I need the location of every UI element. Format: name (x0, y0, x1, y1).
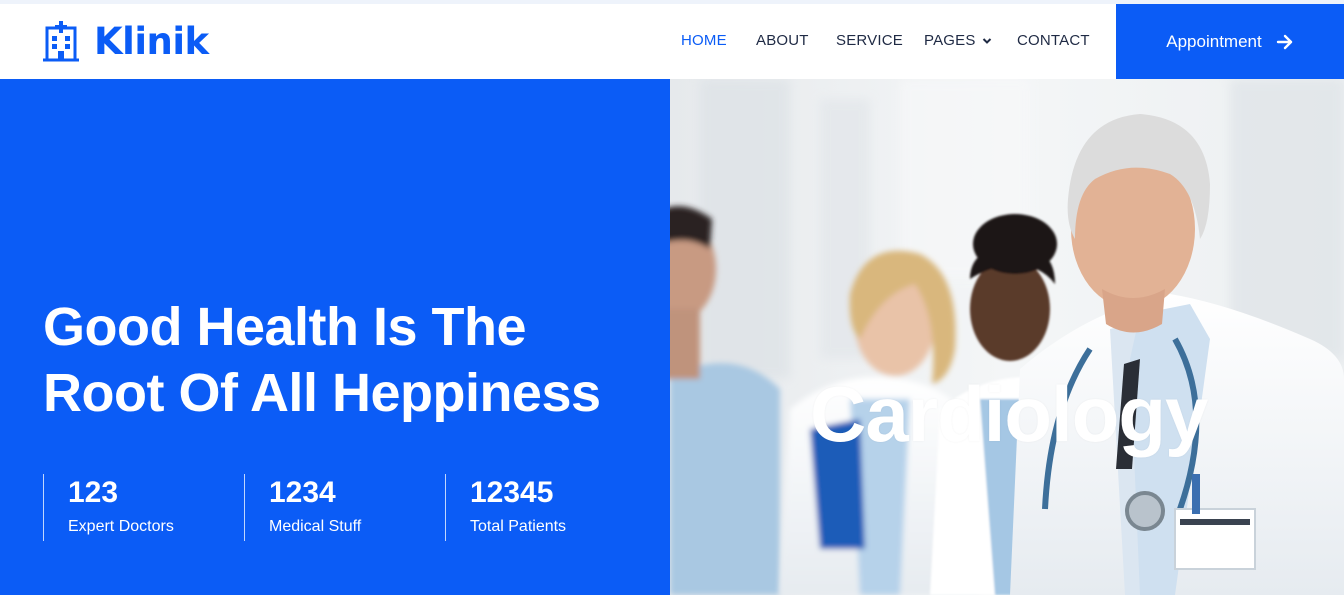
stat-expert-doctors: 123 Expert Doctors (43, 474, 244, 541)
slide-caption: Cardiology (810, 370, 1208, 458)
nav-item-about[interactable]: ABOUT (756, 32, 809, 49)
nav-item-contact[interactable]: CONTACT (1017, 32, 1090, 49)
hospital-building-icon (43, 21, 79, 62)
hero-text-panel: Good Health Is The Root Of All Heppiness… (0, 79, 670, 595)
hero-title-line-1: Good Health Is The (43, 297, 527, 357)
hero-title: Good Health Is The Root Of All Heppiness (43, 294, 643, 426)
stat-label: Expert Doctors (68, 518, 174, 535)
appointment-button[interactable]: Appointment (1116, 4, 1344, 79)
brand-name: Klinik (94, 19, 209, 63)
nav-item-service[interactable]: SERVICE (836, 32, 903, 49)
stats-row: 123 Expert Doctors 1234 Medical Stuff 12… (43, 474, 646, 541)
nav-item-pages[interactable]: PAGES (924, 32, 992, 49)
brand-logo[interactable]: Klinik (42, 18, 209, 64)
hero-image-slide: Cardiology (670, 79, 1344, 595)
doctors-team-photo (670, 79, 1344, 595)
stat-value: 1234 (269, 476, 336, 509)
chevron-down-icon (982, 37, 991, 44)
stat-total-patients: 12345 Total Patients (445, 474, 646, 541)
stat-medical-stuff: 1234 Medical Stuff (244, 474, 445, 541)
stat-value: 123 (68, 476, 119, 509)
hero-title-line-2: Root Of All Heppiness (43, 363, 601, 423)
nav-item-home[interactable]: HOME (681, 32, 727, 49)
nav-item-pages-label: PAGES (924, 32, 976, 49)
arrow-right-icon (1276, 34, 1292, 49)
appointment-label: Appointment (1166, 31, 1262, 51)
stat-label: Total Patients (470, 518, 567, 535)
stat-label: Medical Stuff (269, 518, 362, 535)
stat-value: 12345 (470, 476, 554, 509)
